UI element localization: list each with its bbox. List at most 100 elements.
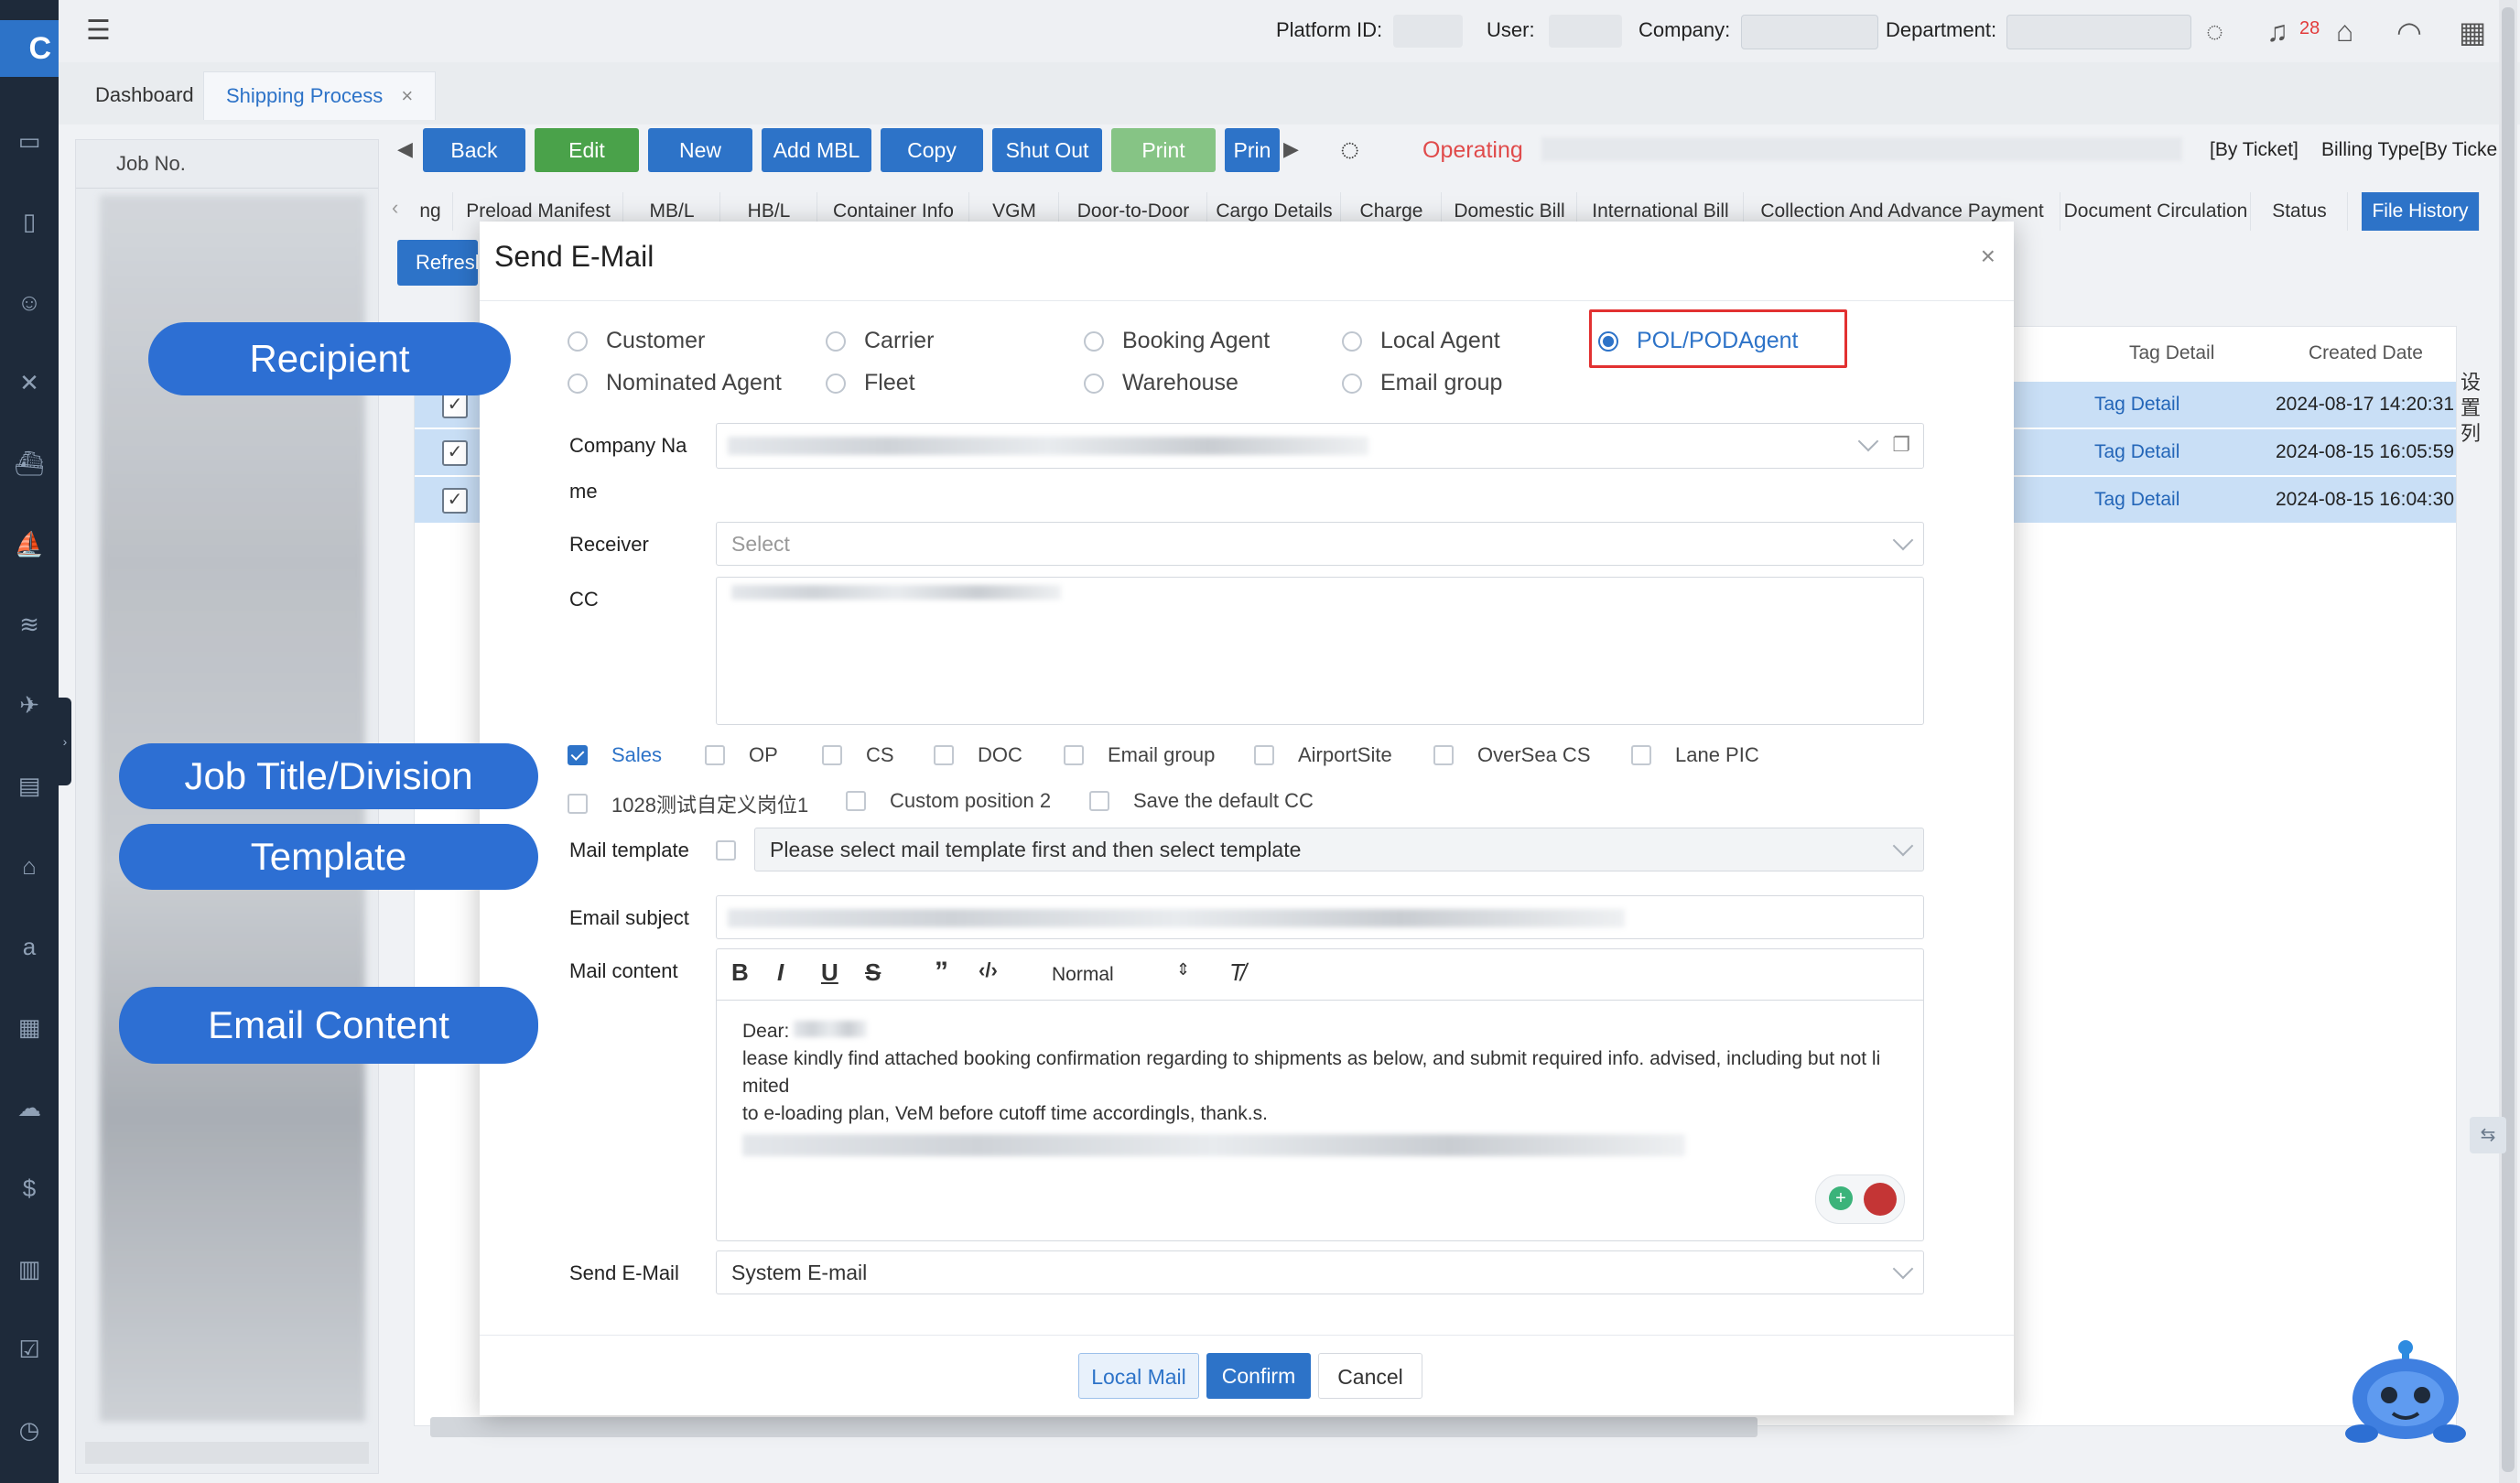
cancel-button[interactable]: Cancel (1318, 1353, 1422, 1399)
print-more-button[interactable]: Prin (1225, 128, 1280, 172)
checkbox-custom-position-1[interactable]: 1028测试自定义岗位1 (568, 789, 808, 818)
ship-icon[interactable]: ⛴ (13, 447, 46, 480)
toolbar-scroll-right-icon[interactable]: ▶ (1283, 137, 1299, 161)
confirm-button[interactable]: Confirm (1206, 1353, 1311, 1399)
comment-icon[interactable]: ◌ (1340, 130, 1359, 168)
radio-booking-agent[interactable]: Booking Agent (1084, 328, 1270, 354)
bell-icon[interactable]: ♫ (2266, 15, 2288, 49)
chart-icon[interactable]: ▥ (13, 1252, 46, 1285)
strikethrough-icon[interactable]: S (865, 958, 881, 987)
bold-icon[interactable]: B (731, 958, 749, 987)
subtab-document-circulation[interactable]: Document Circulation (2061, 192, 2251, 231)
home-icon[interactable]: ⌂ (2336, 15, 2353, 49)
warehouse-icon[interactable]: ⌂ (13, 850, 46, 882)
vertical-scrollbar[interactable] (2502, 7, 2515, 1472)
tab-dashboard[interactable]: Dashboard (73, 71, 216, 119)
format-select-arrows-icon[interactable]: ⇕ (1176, 960, 1190, 980)
edit-button[interactable]: Edit (535, 128, 639, 172)
underline-icon[interactable]: U (821, 958, 838, 987)
new-button[interactable]: New (648, 128, 752, 172)
checkbox-email-group[interactable]: Email group (1064, 743, 1215, 767)
print-button[interactable]: Print (1111, 128, 1216, 172)
checkbox-airportsite[interactable]: AirportSite (1254, 743, 1392, 767)
dollar-icon[interactable]: $ (13, 1172, 46, 1205)
add-mbl-button[interactable]: Add MBL (762, 128, 871, 172)
mail-template-checkbox[interactable] (716, 840, 760, 861)
document-icon[interactable]: ▯ (13, 205, 46, 238)
receiver-select[interactable]: Select (716, 522, 1924, 566)
amazon-icon[interactable]: a (13, 930, 46, 963)
tab-shipping-process[interactable]: Shipping Process × (203, 71, 437, 120)
checkbox-oversea-cs[interactable]: OverSea CS (1433, 743, 1591, 767)
close-icon[interactable]: × (1981, 242, 1995, 271)
radio-nominated-agent[interactable]: Nominated Agent (568, 370, 782, 396)
assistant-widget[interactable]: + (1815, 1174, 1905, 1224)
boat-icon[interactable]: ⛵ (13, 527, 46, 560)
row-checkbox[interactable]: ✓ (442, 488, 468, 514)
checklist-icon[interactable]: ☑ (13, 1333, 46, 1366)
nav-collapse-handle[interactable]: › (59, 698, 71, 785)
send-email-select[interactable]: System E-mail (716, 1250, 1924, 1294)
folder-icon[interactable]: ▭ (13, 124, 46, 157)
row-checkbox[interactable]: ✓ (442, 440, 468, 466)
tools-icon[interactable]: ✕ (13, 366, 46, 399)
mail-content-editor[interactable]: Dear: lease kindly find attached booking… (716, 1000, 1924, 1241)
local-mail-button[interactable]: Local Mail (1078, 1353, 1199, 1399)
radio-carrier[interactable]: Carrier (826, 328, 934, 354)
horizontal-scrollbar[interactable] (430, 1417, 1758, 1437)
copy-icon[interactable]: ❐ (1892, 433, 1910, 457)
waves-icon[interactable]: ≋ (13, 608, 46, 641)
cc-textarea[interactable] (716, 577, 1924, 725)
record-icon[interactable] (1864, 1183, 1897, 1216)
radio-local-agent[interactable]: Local Agent (1342, 328, 1500, 354)
tag-detail-link[interactable]: Tag Detail (2094, 489, 2179, 511)
subtabs-scroll-left-icon[interactable]: ‹ (392, 196, 398, 220)
format-select[interactable]: Normal (1052, 964, 1114, 986)
company-name-select[interactable]: ❐ (716, 423, 1924, 469)
tag-detail-link[interactable]: Tag Detail (2094, 394, 2179, 416)
menu-toggle-icon[interactable]: ☰ (86, 15, 111, 47)
grid-icon[interactable]: ▦ (13, 1011, 46, 1044)
tab-close-icon[interactable]: × (401, 84, 413, 107)
back-button[interactable]: Back (423, 128, 525, 172)
radio-warehouse[interactable]: Warehouse (1084, 370, 1238, 396)
plane-icon[interactable]: ✈ (13, 688, 46, 721)
column-header-created-date[interactable]: Created Date (2309, 342, 2423, 364)
truck-icon[interactable]: ▤ (13, 769, 46, 802)
radio-email-group[interactable]: Email group (1342, 370, 1502, 396)
checkbox-sales[interactable]: Sales (568, 743, 662, 767)
subtab-booking[interactable]: ng (408, 192, 453, 231)
department-select[interactable] (2006, 15, 2191, 49)
copy-button[interactable]: Copy (881, 128, 983, 172)
radio-customer[interactable]: Customer (568, 328, 705, 354)
quote-icon[interactable]: ” (935, 957, 948, 988)
tag-detail-link[interactable]: Tag Detail (2094, 441, 2179, 463)
checkbox-custom-position-2[interactable]: Custom position 2 (846, 789, 1051, 813)
toolbar-scroll-left-icon[interactable]: ◀ (397, 137, 413, 161)
shut-out-button[interactable]: Shut Out (992, 128, 1102, 172)
code-icon[interactable]: ‹/› (979, 958, 998, 982)
italic-icon[interactable]: I (777, 958, 784, 987)
clock-icon[interactable]: ◷ (13, 1413, 46, 1446)
checkbox-op[interactable]: OP (705, 743, 778, 767)
checkbox-lane-pic[interactable]: Lane PIC (1631, 743, 1759, 767)
subtab-status[interactable]: Status (2252, 192, 2348, 231)
email-subject-input[interactable] (716, 895, 1924, 939)
checkbox-cs[interactable]: CS (822, 743, 894, 767)
apps-grid-icon[interactable]: ▦ (2459, 15, 2486, 49)
job-list-scrollbar[interactable] (85, 1442, 369, 1464)
cloud-icon[interactable]: ☁ (13, 1091, 46, 1124)
checkbox-save-default-cc[interactable]: Save the default CC (1089, 789, 1314, 813)
mail-template-select[interactable]: Please select mail template first and th… (754, 828, 1924, 871)
clear-format-icon[interactable]: T̸ (1229, 958, 1244, 987)
refresh-button[interactable]: Refresh (397, 240, 478, 286)
headset-icon[interactable]: ◠ (2396, 15, 2422, 49)
column-header-tag-detail[interactable]: Tag Detail (2129, 342, 2214, 364)
chat-icon[interactable]: ◌ (2206, 15, 2223, 49)
set-columns-button[interactable]: 设置列 (2461, 370, 2482, 447)
subtab-file-history[interactable]: File History (2362, 192, 2480, 231)
lightbulb-icon[interactable]: + (1829, 1186, 1853, 1210)
user-icon[interactable]: ☺ (13, 286, 46, 319)
side-expand-icon[interactable]: ⇆ (2470, 1117, 2506, 1153)
checkbox-doc[interactable]: DOC (934, 743, 1022, 767)
